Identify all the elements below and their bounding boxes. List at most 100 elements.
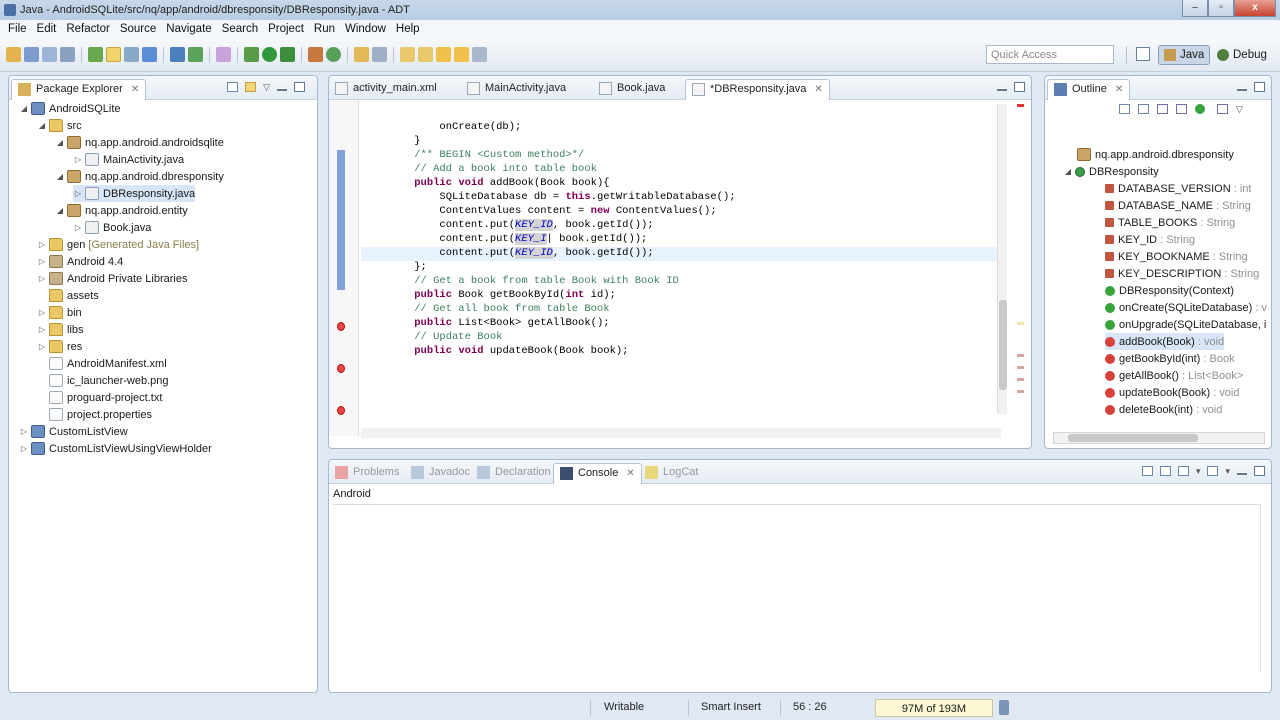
tab-problems[interactable]: Problems [329, 463, 405, 484]
outline-item-method[interactable]: getAllBook() : List<Book> [1105, 367, 1243, 384]
tree-item-project[interactable]: ◢ AndroidSQLite [19, 100, 121, 117]
tree-item-file[interactable]: ▷ Book.java [73, 219, 151, 236]
error-overview-mark[interactable] [1017, 354, 1024, 357]
outline-item-field[interactable]: KEY_ID : String [1105, 231, 1195, 248]
outline-item-method[interactable]: onCreate(SQLiteDatabase) : v [1105, 299, 1267, 316]
external-tools-icon[interactable] [216, 47, 231, 62]
toggle-mark-icon[interactable] [106, 47, 121, 62]
scroll-lock-icon[interactable] [1207, 466, 1219, 476]
error-overview-mark[interactable] [1017, 366, 1024, 369]
outline-item-field[interactable]: KEY_BOOKNAME : String [1105, 248, 1248, 265]
editor-horizontal-scrollbar[interactable] [361, 428, 1001, 438]
android-sdk-icon[interactable] [88, 47, 103, 62]
menu-run[interactable]: Run [310, 20, 341, 40]
view-menu-icon[interactable]: ▽ [1236, 104, 1243, 115]
display-selected-console-icon[interactable] [1159, 466, 1171, 476]
close-icon[interactable]: ✕ [1115, 84, 1123, 95]
menu-help[interactable]: Help [392, 20, 426, 40]
minimize-view-icon[interactable] [277, 88, 287, 91]
maximize-button[interactable]: ▫ [1208, 0, 1234, 17]
run-icon[interactable] [262, 47, 277, 62]
tab-logcat[interactable]: LogCat [639, 463, 704, 484]
error-marker-icon[interactable] [337, 406, 345, 415]
tree-item-src[interactable]: ◢ src [37, 117, 82, 134]
scroll-thumb[interactable] [1068, 434, 1198, 442]
outline-item-field[interactable]: DATABASE_NAME : String [1105, 197, 1251, 214]
menu-window[interactable]: Window [341, 20, 392, 40]
minimize-button[interactable]: – [1182, 0, 1208, 17]
tree-item-file[interactable]: project.properties [37, 406, 152, 423]
outline-item-class[interactable]: ◢ DBResponsity [1063, 163, 1159, 180]
pin-editor-icon[interactable] [472, 47, 487, 62]
outline-item-method[interactable]: getBookById(int) : Book [1105, 350, 1235, 367]
annotation-next-icon[interactable] [400, 47, 415, 62]
sort-icon[interactable] [1138, 104, 1149, 114]
lint-icon[interactable] [142, 47, 157, 62]
hide-nonpublic-icon[interactable] [1195, 104, 1205, 114]
link-editor-icon[interactable] [245, 82, 257, 92]
close-button[interactable]: x [1234, 0, 1276, 17]
tree-item-project[interactable]: ▷ CustomListViewUsingViewHolder [19, 440, 212, 457]
menu-search[interactable]: Search [218, 20, 264, 40]
menu-navigate[interactable]: Navigate [162, 20, 217, 40]
perspective-debug[interactable]: Debug [1212, 45, 1272, 65]
maximize-view-icon[interactable] [1254, 466, 1265, 476]
code-text[interactable]: onCreate(db); } /** BEGIN <Custom method… [389, 106, 735, 386]
menu-file[interactable]: File [4, 20, 33, 40]
tree-item-folder[interactable]: assets [37, 287, 99, 304]
maximize-view-icon[interactable] [1014, 82, 1025, 92]
outline-item-field[interactable]: DATABASE_VERSION : int [1105, 180, 1251, 197]
tree-item-folder[interactable]: ▷ bin [37, 304, 82, 321]
tab-dbresponsity-java[interactable]: *DBResponsity.java ✕ [685, 79, 830, 100]
tree-item-project[interactable]: ▷ CustomListView [19, 423, 128, 440]
close-icon[interactable]: ✕ [131, 84, 139, 95]
menu-edit[interactable]: Edit [33, 20, 63, 40]
tree-item-file[interactable]: ic_launcher-web.png [37, 372, 169, 389]
maximize-view-icon[interactable] [294, 82, 305, 92]
tab-package-explorer[interactable]: Package Explorer ✕ [11, 79, 147, 100]
new-icon[interactable] [6, 47, 21, 62]
tab-declaration[interactable]: Declaration [471, 463, 557, 484]
print-icon[interactable] [60, 47, 75, 62]
outline-item-method[interactable]: deleteBook(int) : void [1105, 401, 1222, 418]
warning-overview-mark[interactable] [1017, 322, 1024, 325]
tree-item-file[interactable]: ▷ MainActivity.java [73, 151, 184, 168]
tree-item-package[interactable]: ◢ nq.app.android.entity [55, 202, 188, 219]
debug-icon[interactable] [244, 47, 259, 62]
error-marker-icon[interactable] [337, 364, 345, 373]
error-overview-mark[interactable] [1017, 104, 1024, 107]
outline-horizontal-scrollbar[interactable] [1053, 432, 1265, 444]
coverage-icon[interactable] [280, 47, 295, 62]
hide-local-types-icon[interactable] [1217, 104, 1228, 114]
outline-item-field[interactable]: KEY_DESCRIPTION : String [1105, 265, 1259, 282]
minimize-view-icon[interactable] [997, 88, 1007, 91]
tab-console[interactable]: Console ✕ [553, 463, 642, 484]
collapse-all-icon[interactable] [227, 82, 239, 92]
maximize-view-icon[interactable] [1254, 82, 1265, 92]
avd-manager-icon[interactable] [124, 47, 139, 62]
tree-item-file[interactable]: AndroidManifest.xml [37, 355, 167, 372]
perspective-java[interactable]: Java [1158, 45, 1211, 65]
tab-mainactivity-java[interactable]: MainActivity.java [461, 79, 572, 100]
tree-item-gen[interactable]: ▷ gen [Generated Java Files] [37, 236, 199, 253]
back-icon[interactable] [436, 47, 451, 62]
new-class-icon[interactable] [326, 47, 341, 62]
console-output-area[interactable] [333, 504, 1261, 672]
close-icon[interactable]: ✕ [626, 468, 634, 479]
garbage-collect-icon[interactable] [999, 700, 1009, 715]
outline-item-method[interactable]: updateBook(Book) : void [1105, 384, 1239, 401]
tree-item-library[interactable]: ▷ Android Private Libraries [37, 270, 187, 287]
menu-project[interactable]: Project [264, 20, 310, 40]
outline-item-method[interactable]: onUpgrade(SQLiteDatabase, i [1105, 316, 1266, 333]
dropdown-icon[interactable]: ▾ [1196, 466, 1201, 477]
skip-breakpoints-icon[interactable] [170, 47, 185, 62]
menu-refactor[interactable]: Refactor [62, 20, 115, 40]
tab-outline[interactable]: Outline ✕ [1047, 79, 1131, 100]
open-console-icon[interactable] [1177, 466, 1189, 476]
tree-item-folder[interactable]: ▷ libs [37, 321, 84, 338]
tree-item-package[interactable]: ◢ nq.app.android.dbresponsity [55, 168, 224, 185]
menu-source[interactable]: Source [116, 20, 162, 40]
error-overview-mark[interactable] [1017, 390, 1024, 393]
tree-item-package[interactable]: ◢ nq.app.android.androidsqlite [55, 134, 224, 151]
tree-item-file-selected[interactable]: ▷ DBResponsity.java [73, 185, 196, 202]
